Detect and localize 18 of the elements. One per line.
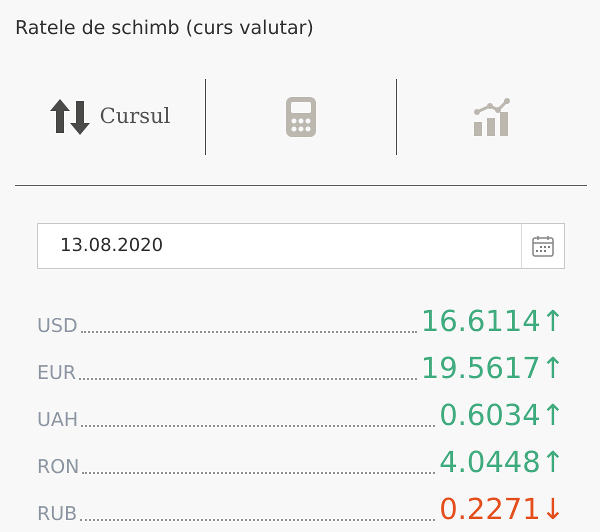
currency-code: RON xyxy=(37,458,80,477)
currency-code: USD xyxy=(37,316,78,336)
rate-value: 4.0448↑ xyxy=(439,448,565,477)
rate-value: 0.2271↓ xyxy=(439,494,565,524)
bar-chart-icon xyxy=(473,98,511,136)
rate-value: 0.6034↑ xyxy=(439,400,565,430)
calendar-button[interactable] xyxy=(521,222,565,269)
page-title: Ratele de schimb (curs valutar) xyxy=(15,16,315,41)
calculator-icon xyxy=(286,96,316,137)
date-field[interactable]: 13.08.2020 xyxy=(37,222,521,269)
calendar-icon xyxy=(532,234,554,257)
tab[interactable]: Cursul xyxy=(15,86,205,147)
swap-arrows-icon xyxy=(50,98,90,135)
currency-code: RUB xyxy=(37,504,78,524)
currency-code: EUR xyxy=(37,364,76,383)
currency-code: UAH xyxy=(37,410,78,430)
rate-value: 19.5617↑ xyxy=(420,354,565,383)
rate-value: 16.6114↑ xyxy=(420,306,565,336)
